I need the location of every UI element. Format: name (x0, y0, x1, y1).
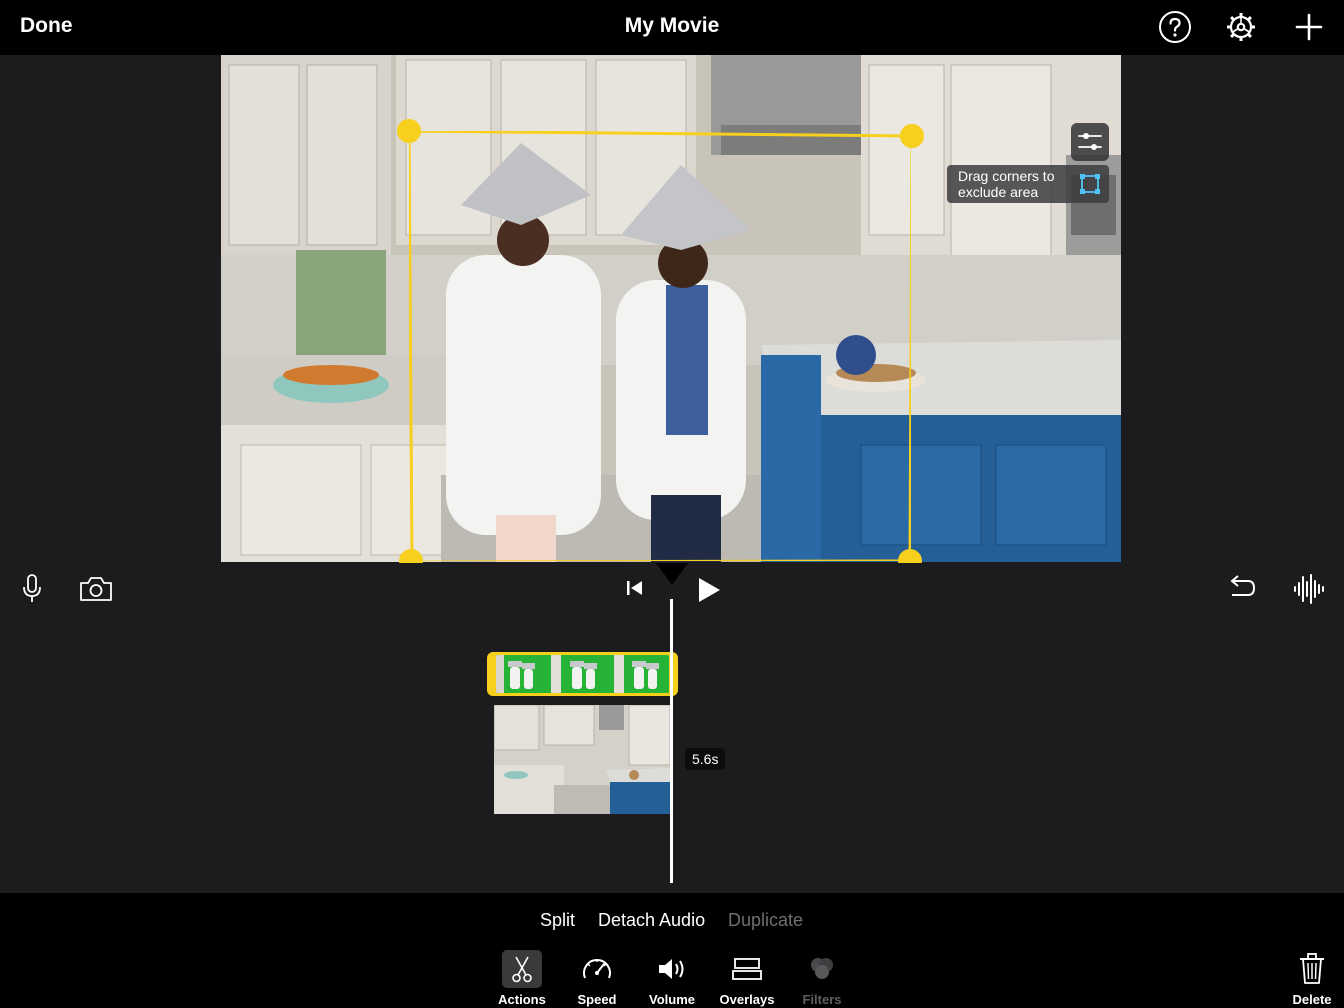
green-screen-thumbnails-image (496, 655, 669, 693)
main-video-clip[interactable] (494, 705, 670, 814)
tool-actions[interactable]: Actions (482, 950, 562, 1008)
tool-overlays[interactable]: Overlays (707, 950, 787, 1008)
project-title: My Movie (624, 14, 720, 37)
action-bar: Split Detach Audio Duplicate Actions Spe… (0, 893, 1344, 1008)
speedometer-icon (583, 959, 611, 979)
adjust-sliders-icon (1078, 133, 1102, 150)
tool-filters[interactable]: Filters (782, 950, 862, 1008)
split-button[interactable]: Split (540, 910, 575, 931)
overlay-clip[interactable] (487, 652, 678, 696)
crop-area-icon (1080, 174, 1100, 194)
microphone-icon[interactable] (20, 573, 44, 605)
speaker-icon (659, 959, 684, 979)
camera-icon[interactable] (78, 575, 114, 603)
timeline-panel: 5.6s (0, 563, 1344, 893)
audio-waveform-icon[interactable] (1292, 573, 1326, 605)
delete-button[interactable]: Delete (1272, 950, 1344, 1008)
playhead-line[interactable] (670, 599, 673, 883)
add-plus-icon[interactable] (1292, 10, 1326, 44)
top-bar: Done My Movie (0, 0, 1344, 55)
tool-volume[interactable]: Volume (632, 950, 712, 1008)
crop-frame[interactable] (409, 131, 911, 561)
skip-to-start-icon[interactable] (624, 577, 646, 599)
tool-speed-label: Speed (577, 992, 617, 1007)
duplicate-button[interactable]: Duplicate (728, 910, 803, 931)
help-icon[interactable] (1158, 10, 1192, 44)
overlays-icon (732, 958, 762, 980)
tool-overlays-label: Overlays (719, 992, 775, 1007)
video-viewer: Drag corners to exclude area (0, 55, 1344, 573)
clip-duration-label: 5.6s (685, 748, 726, 770)
detach-audio-button[interactable]: Detach Audio (598, 910, 705, 931)
crop-handle-top-right[interactable] (900, 124, 924, 148)
undo-icon[interactable] (1226, 575, 1258, 603)
tool-filters-label: Filters (802, 992, 842, 1007)
crop-hint-text: Drag corners to exclude area (958, 168, 1055, 200)
crop-handle-top-left[interactable] (397, 119, 421, 143)
filters-icon (811, 958, 833, 979)
play-icon[interactable] (694, 575, 724, 605)
kitchen-clip-thumbnail-image (494, 705, 670, 814)
tool-speed[interactable]: Speed (557, 950, 637, 1008)
playhead-notch (656, 563, 688, 585)
delete-label: Delete (1292, 992, 1332, 1007)
overlay-clip-thumbnails (496, 655, 669, 693)
scissors-icon (512, 956, 532, 983)
tool-volume-label: Volume (649, 992, 695, 1007)
settings-gear-icon[interactable] (1224, 10, 1258, 44)
tool-actions-label: Actions (498, 992, 546, 1007)
trash-icon (1300, 953, 1324, 984)
adjust-button[interactable] (1071, 123, 1109, 161)
crop-hint-tooltip: Drag corners to exclude area (947, 165, 1109, 203)
